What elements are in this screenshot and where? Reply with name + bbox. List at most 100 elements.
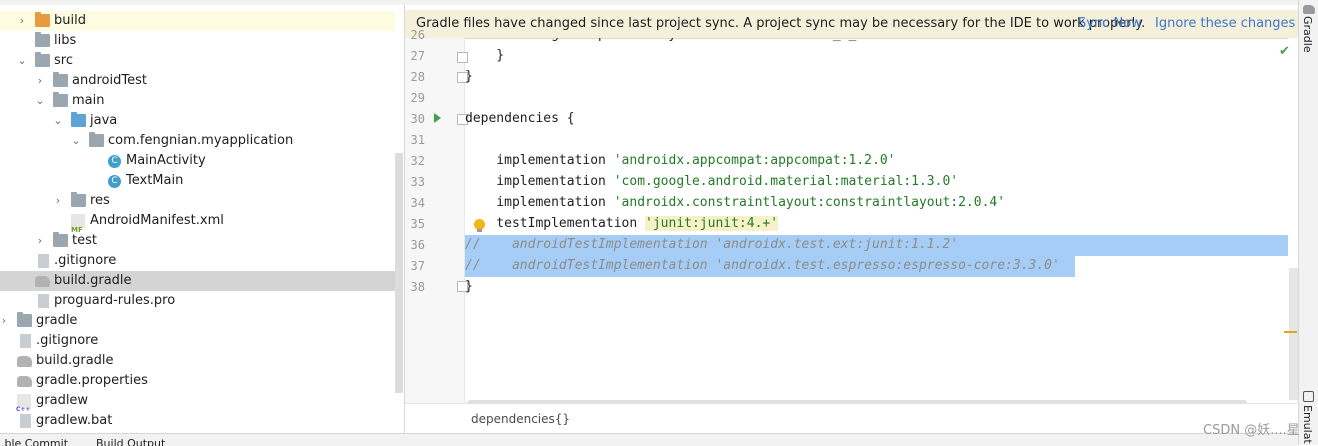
vertical-scrollbar[interactable]: [1289, 268, 1298, 400]
tree-item-gradle[interactable]: › gradle: [0, 311, 395, 331]
tree-item-label: androidTest: [72, 73, 147, 88]
code-line[interactable]: testImplementation 'junit:junit:4.+': [465, 213, 779, 234]
tree-item-textmain[interactable]: C TextMain: [0, 171, 395, 191]
folder-icon: [53, 92, 68, 107]
code-line[interactable]: dependencies {: [465, 108, 575, 129]
line-number: 36: [410, 238, 425, 252]
tree-item-test[interactable]: › test: [0, 231, 395, 251]
code-line[interactable]: implementation 'androidx.appcompat:appco…: [465, 150, 895, 171]
tree-item-label: .gitignore: [54, 253, 117, 268]
project-scrollbar[interactable]: [395, 153, 403, 393]
code-line[interactable]: // androidTestImplementation 'androidx.t…: [465, 255, 1060, 276]
tree-item-gradlew[interactable]: gradlew: [0, 391, 395, 420]
bottom-tool-bar: ...ble Commit Build Output: [0, 433, 1298, 446]
code-editor[interactable]: targetCompatibility JavaVersion.VERSION_…: [465, 38, 1298, 403]
line-number: 28: [410, 70, 425, 84]
line-number: 29: [410, 91, 425, 105]
chevron-right-icon[interactable]: ›: [52, 191, 64, 211]
tree-item-gitignore-root[interactable]: .gitignore: [0, 331, 395, 351]
tree-item-label: gradle: [36, 313, 78, 328]
tree-item-package[interactable]: ⌄ com.fengnian.myapplication: [0, 131, 395, 151]
tree-item-label: gradle.properties: [36, 373, 148, 388]
code-token: }: [465, 69, 473, 84]
code-token: }: [465, 279, 473, 294]
gradle-elephant-icon: [17, 356, 32, 367]
watermark: CSDN @妖....星: [1203, 423, 1300, 438]
code-line[interactable]: }: [465, 66, 473, 87]
line-number: 34: [410, 196, 425, 210]
tree-item-gradlew-bat[interactable]: gradlew.bat: [0, 411, 395, 431]
manifest-icon: [71, 214, 85, 240]
warning-marker[interactable]: [1284, 331, 1297, 333]
line-number: 35: [410, 217, 425, 231]
sync-now-link[interactable]: Sync Now: [1078, 16, 1142, 31]
tree-item-label: .gitignore: [36, 333, 99, 348]
tree-item-proguard[interactable]: proguard-rules.pro: [0, 291, 395, 311]
code-token: // androidTestImplementation 'androidx.t…: [465, 237, 959, 252]
ignore-changes-link[interactable]: Ignore these changes: [1155, 16, 1295, 31]
tree-item-java[interactable]: ⌄ java: [0, 111, 395, 131]
code-token: implementation: [465, 195, 614, 210]
gradle-tool-tab[interactable]: Gradle: [1301, 16, 1314, 53]
breadcrumb: dependencies{}: [405, 403, 1298, 434]
chevron-down-icon[interactable]: ⌄: [70, 131, 82, 151]
chevron-right-icon[interactable]: ›: [16, 11, 28, 31]
tree-item-main[interactable]: ⌄ main: [0, 91, 395, 111]
breadcrumb-item[interactable]: dependencies{}: [471, 412, 570, 426]
tree-item-mainactivity[interactable]: C MainActivity: [0, 151, 395, 171]
code-line[interactable]: }: [465, 276, 473, 297]
file-icon: [38, 254, 49, 268]
file-icon: [20, 334, 31, 348]
code-token: }: [465, 48, 505, 63]
tree-item-label: java: [90, 113, 118, 128]
lightbulb-icon[interactable]: [474, 219, 485, 232]
tree-item-build-gradle-app[interactable]: build.gradle: [0, 271, 395, 291]
tree-item-src[interactable]: ⌄ src: [0, 51, 395, 71]
tree-item-build-gradle-root[interactable]: build.gradle: [0, 351, 395, 371]
tree-item-label: build: [54, 13, 86, 28]
chevron-right-icon[interactable]: ›: [0, 311, 10, 331]
gradle-sync-banner: Gradle files have changed since last pro…: [405, 10, 1298, 39]
line-number: 32: [410, 154, 425, 168]
gradle-elephant-icon[interactable]: [1303, 5, 1315, 14]
file-icon: [38, 294, 49, 308]
tree-item-label: src: [54, 53, 73, 68]
code-line[interactable]: implementation 'androidx.constraintlayou…: [465, 192, 1005, 213]
chevron-down-icon[interactable]: ⌄: [52, 111, 64, 131]
cpp-file-icon: [16, 394, 31, 420]
tree-item-label: build.gradle: [54, 273, 132, 288]
emulator-icon[interactable]: [1303, 391, 1314, 402]
tree-item-res[interactable]: › res: [0, 191, 395, 211]
tree-item-label: gradlew.bat: [36, 413, 113, 428]
line-number: 26: [410, 28, 425, 42]
run-gutter-icon[interactable]: [434, 113, 441, 123]
code-line[interactable]: targetCompatibility JavaVersion.VERSION_…: [465, 38, 865, 45]
emulator-tool-tab[interactable]: Emulat: [1301, 405, 1314, 444]
folder-icon: [71, 192, 86, 207]
tree-item-label: res: [90, 193, 110, 208]
chevron-right-icon[interactable]: ›: [34, 71, 46, 91]
folder-blue-icon: [71, 112, 86, 127]
folder-icon: [35, 32, 50, 47]
code-line[interactable]: implementation 'com.google.android.mater…: [465, 171, 958, 192]
chevron-right-icon[interactable]: ›: [34, 231, 46, 251]
chevron-down-icon[interactable]: ⌄: [34, 91, 46, 111]
code-line[interactable]: // androidTestImplementation 'androidx.t…: [465, 234, 958, 255]
code-token: targetCompatibility JavaVersion.VERSION_…: [465, 38, 865, 42]
code-line[interactable]: }: [465, 45, 504, 66]
tree-item-label: proguard-rules.pro: [54, 293, 176, 308]
tree-item-androidtest[interactable]: › androidTest: [0, 71, 395, 91]
folder-icon: [53, 72, 68, 87]
code-token: 'junit:junit:4.+': [645, 216, 779, 231]
file-icon: [20, 414, 31, 428]
tree-item-build[interactable]: › build: [0, 11, 395, 31]
tree-item-gitignore-app[interactable]: .gitignore: [0, 251, 395, 271]
chevron-down-icon[interactable]: ⌄: [16, 51, 28, 71]
code-token: implementation: [465, 174, 614, 189]
class-icon: C: [108, 155, 121, 168]
code-token: // androidTestImplementation 'androidx.t…: [465, 258, 1060, 273]
gradle-elephant-icon: [17, 376, 32, 387]
tree-item-libs[interactable]: libs: [0, 31, 395, 51]
tree-item-gradle-properties[interactable]: gradle.properties: [0, 371, 395, 391]
tree-item-androidmanifest[interactable]: AndroidManifest.xml: [0, 211, 395, 240]
